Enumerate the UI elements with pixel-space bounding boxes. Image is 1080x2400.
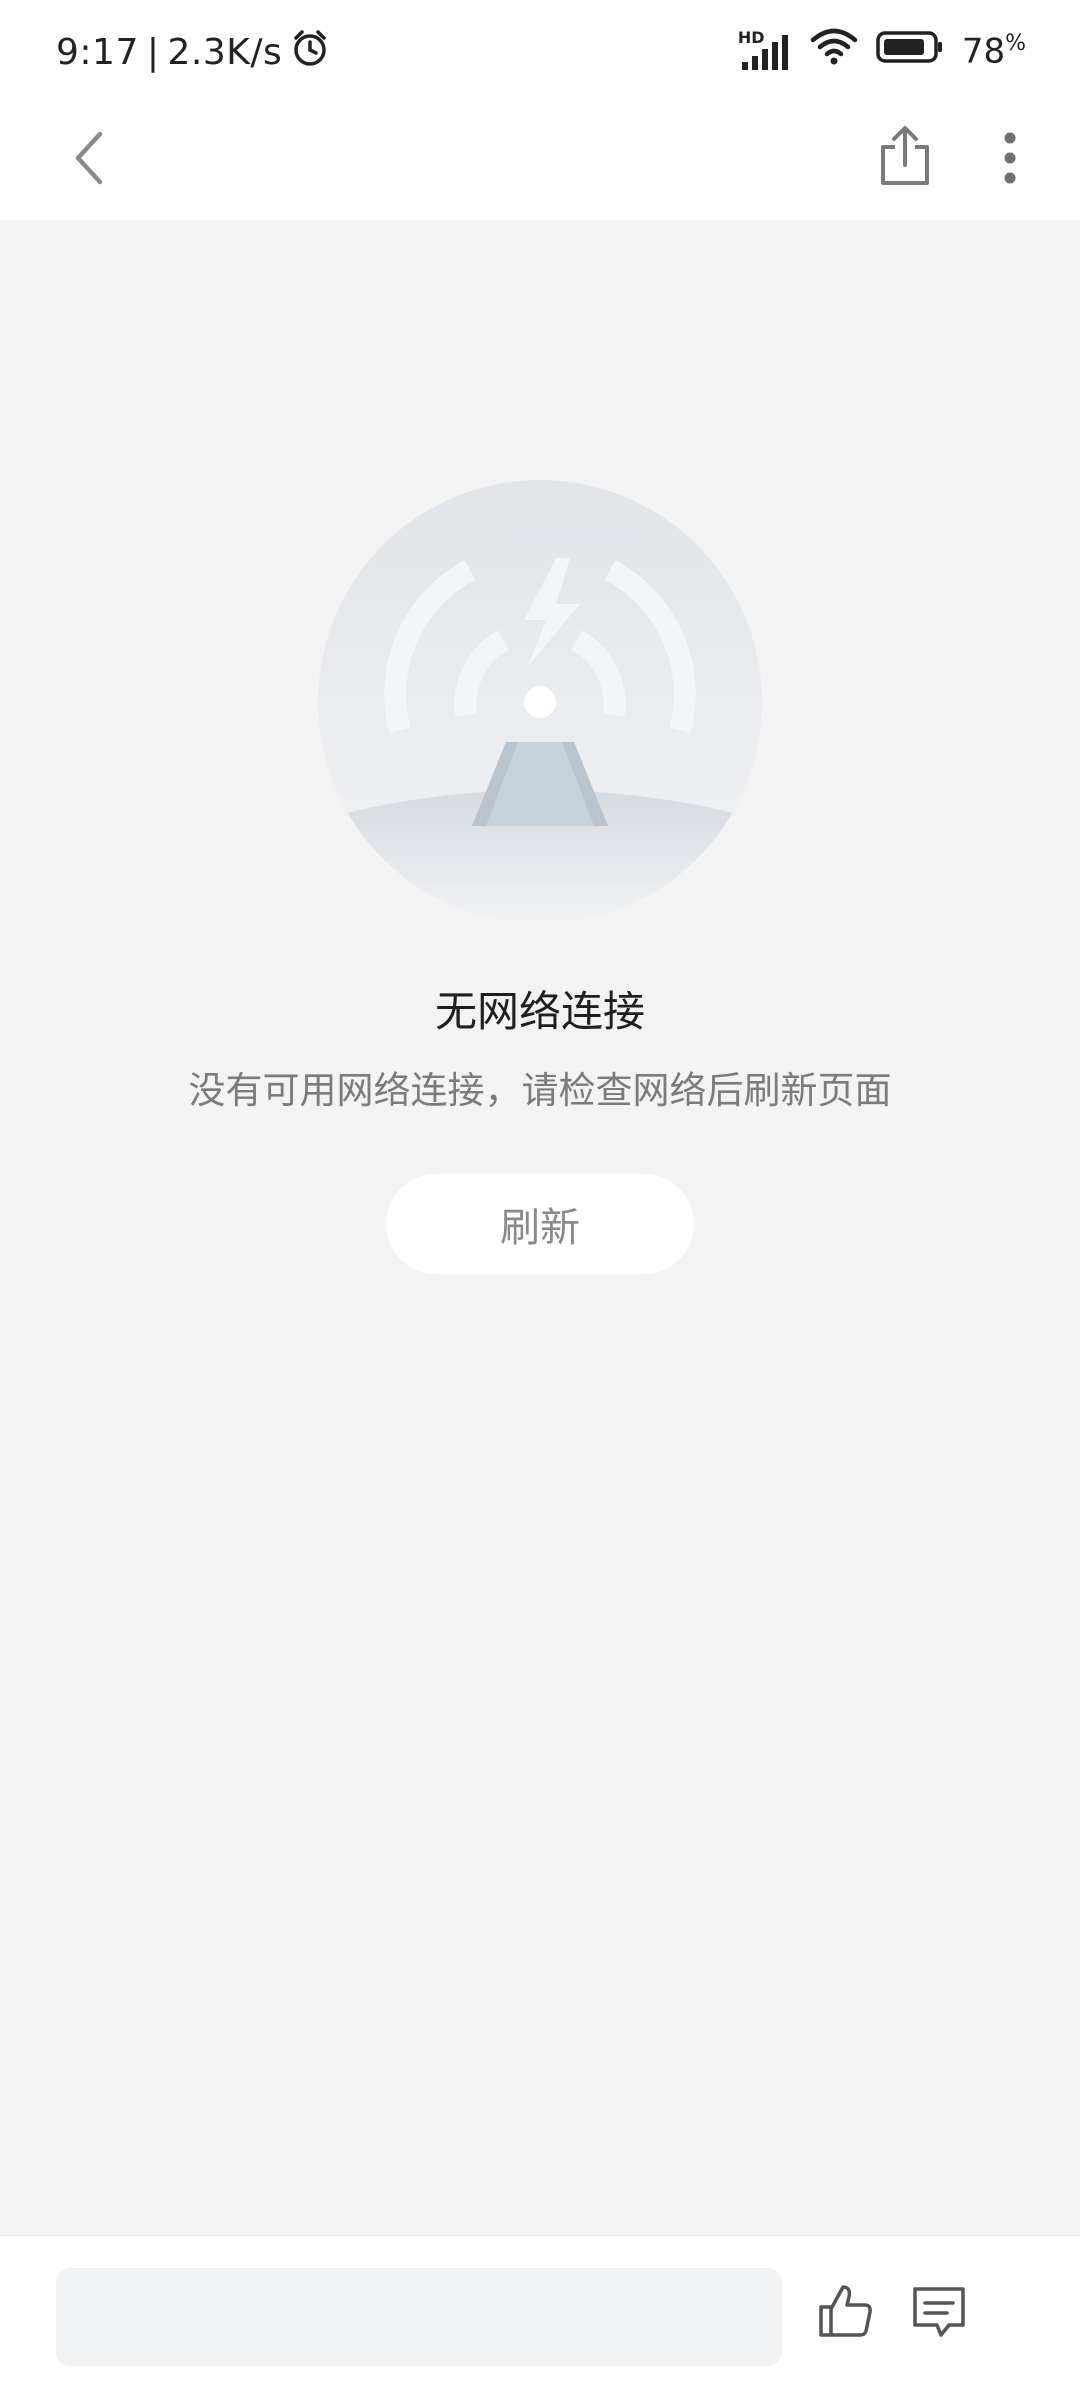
comment-icon bbox=[909, 2281, 969, 2345]
share-button[interactable] bbox=[862, 110, 948, 206]
empty-state-title: 无网络连接 bbox=[434, 987, 645, 1036]
back-button[interactable] bbox=[50, 120, 130, 200]
empty-state-message: 没有可用网络连接，请检查网络后刷新页面 bbox=[188, 1069, 892, 1112]
share-icon bbox=[877, 125, 933, 191]
alarm-icon bbox=[290, 28, 330, 77]
more-options-button[interactable] bbox=[980, 120, 1040, 200]
battery-level: 78 bbox=[961, 31, 1006, 72]
status-net-speed: 2.3K/s bbox=[167, 32, 283, 73]
status-time: 9:17 bbox=[56, 32, 139, 73]
comment-input[interactable] bbox=[56, 2268, 782, 2366]
battery-percentage: 78% bbox=[962, 31, 1026, 71]
status-right: HD 78% bbox=[738, 28, 1026, 75]
top-navigation-bar bbox=[0, 100, 1080, 220]
battery-unit: % bbox=[1005, 31, 1026, 57]
more-vertical-icon bbox=[1000, 132, 1020, 188]
refresh-button[interactable]: 刷新 bbox=[386, 1174, 694, 1274]
bottom-action-bar bbox=[0, 2235, 1080, 2400]
wifi-icon bbox=[810, 28, 858, 75]
status-separator: | bbox=[146, 32, 160, 73]
no-network-illustration bbox=[318, 480, 762, 924]
status-left: 9:17 | 2.3K/s bbox=[56, 28, 330, 77]
like-button[interactable] bbox=[812, 2280, 878, 2346]
signal-icon: HD bbox=[738, 28, 792, 72]
comment-button[interactable] bbox=[906, 2280, 972, 2346]
battery-icon bbox=[876, 30, 944, 73]
chevron-left-icon bbox=[70, 128, 110, 192]
app-screen: 9:17 | 2.3K/s HD 78% 无网络连接 没有可用网络连接，请检查网… bbox=[0, 0, 1080, 2400]
thumbs-up-icon bbox=[815, 2281, 875, 2345]
status-bar: 9:17 | 2.3K/s HD 78% bbox=[0, 0, 1080, 100]
